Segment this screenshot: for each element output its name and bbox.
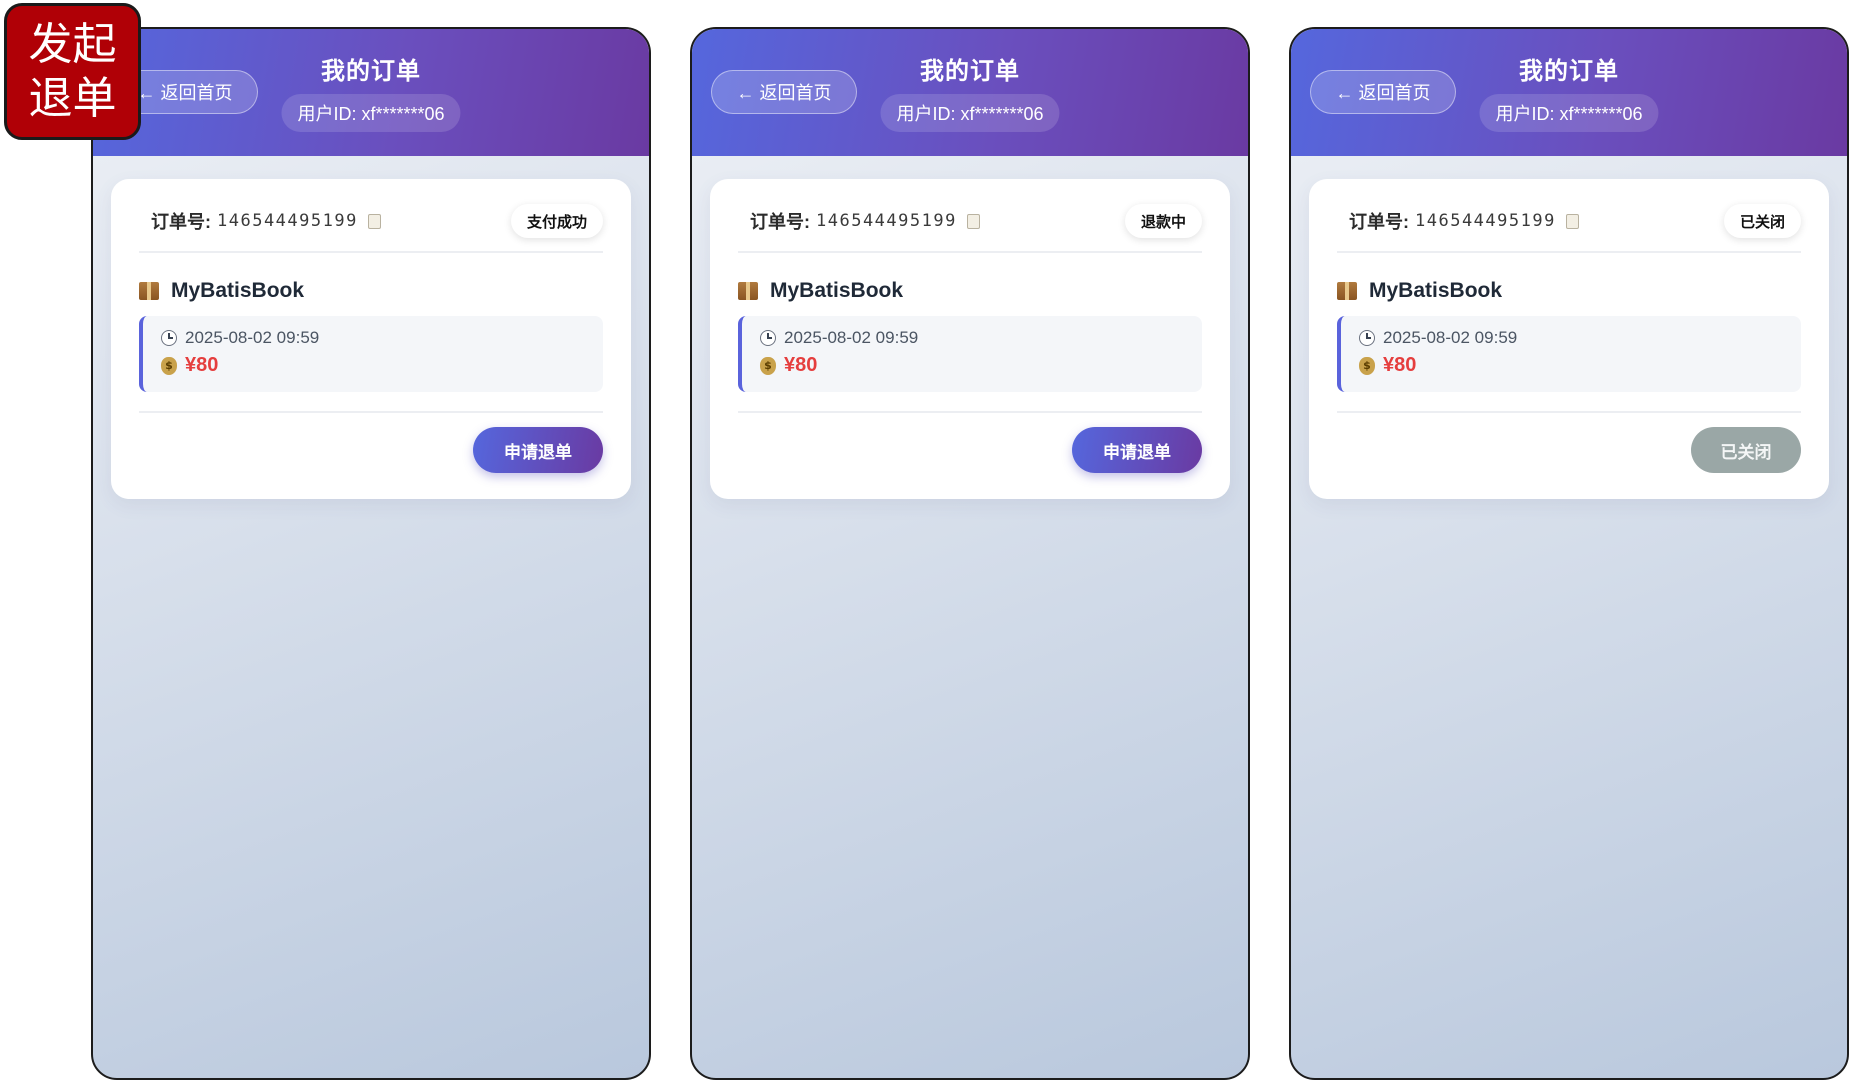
product-name: MyBatisBook	[171, 279, 305, 302]
order-header-row: 订单号: 146544495199 支付成功	[139, 201, 603, 241]
divider	[738, 411, 1202, 413]
order-card: 订单号: 146544495199 支付成功 MyBatisBook 2025-…	[111, 179, 631, 499]
closed-button: 已关闭	[1691, 427, 1801, 473]
copy-icon[interactable]	[966, 213, 980, 229]
order-number-label: 订单号:	[750, 212, 810, 232]
corner-label: 发起 退单	[4, 3, 141, 140]
product-name: MyBatisBook	[770, 279, 904, 302]
order-number: 订单号: 146544495199	[738, 208, 980, 234]
product-name: MyBatisBook	[1369, 279, 1503, 302]
divider	[139, 251, 603, 253]
money-bag-icon	[760, 356, 776, 375]
order-time: 2025-08-02 09:59	[784, 328, 919, 347]
request-refund-button[interactable]: 申请退单	[473, 427, 603, 473]
order-header-row: 订单号: 146544495199 退款中	[738, 201, 1202, 241]
divider	[1337, 251, 1801, 253]
order-price-row: ¥80	[1359, 354, 1801, 377]
order-price-row: ¥80	[760, 354, 1202, 377]
order-number-value: 146544495199	[816, 211, 957, 231]
package-icon	[738, 282, 758, 300]
order-price: ¥80	[185, 354, 219, 376]
page-title: 我的订单	[1519, 58, 1619, 85]
order-number: 订单号: 146544495199	[1337, 208, 1579, 234]
phone-screen-refunding: ← 返回首页 我的订单 用户ID: xf*******06 订单号: 14654…	[690, 27, 1250, 1080]
order-card: 订单号: 146544495199 已关闭 MyBatisBook 2025-0…	[1309, 179, 1829, 499]
money-bag-icon	[161, 356, 177, 375]
order-time-row: 2025-08-02 09:59	[1359, 328, 1801, 348]
order-price-row: ¥80	[161, 354, 603, 377]
clock-icon	[760, 330, 776, 346]
order-details: 2025-08-02 09:59 ¥80	[1337, 316, 1801, 392]
order-details: 2025-08-02 09:59 ¥80	[738, 316, 1202, 392]
product-row: MyBatisBook	[738, 279, 903, 303]
phone-screen-paid: ← 返回首页 我的订单 用户ID: xf*******06 订单号: 14654…	[91, 27, 651, 1080]
order-number-label: 订单号:	[1349, 212, 1409, 232]
page-header: ← 返回首页 我的订单 用户ID: xf*******06	[1291, 29, 1847, 156]
page-header: ← 返回首页 我的订单 用户ID: xf*******06	[93, 29, 649, 156]
order-number-label: 订单号:	[151, 212, 211, 232]
copy-icon[interactable]	[1565, 213, 1579, 229]
user-id-badge: 用户ID: xf*******06	[1479, 94, 1659, 132]
package-icon	[139, 282, 159, 300]
request-refund-button[interactable]: 申请退单	[1072, 427, 1202, 473]
divider	[1337, 411, 1801, 413]
status-badge: 退款中	[1124, 204, 1202, 238]
order-header-row: 订单号: 146544495199 已关闭	[1337, 201, 1801, 241]
order-number-value: 146544495199	[217, 211, 358, 231]
status-badge: 支付成功	[510, 204, 603, 238]
order-time-row: 2025-08-02 09:59	[161, 328, 603, 348]
order-price: ¥80	[1383, 354, 1417, 376]
phone-screen-closed: ← 返回首页 我的订单 用户ID: xf*******06 订单号: 14654…	[1289, 27, 1849, 1080]
package-icon	[1337, 282, 1357, 300]
product-row: MyBatisBook	[139, 279, 304, 303]
page-title: 我的订单	[920, 58, 1020, 85]
money-bag-icon	[1359, 356, 1375, 375]
order-number-value: 146544495199	[1415, 211, 1556, 231]
page-header: ← 返回首页 我的订单 用户ID: xf*******06	[692, 29, 1248, 156]
clock-icon	[1359, 330, 1375, 346]
user-id-badge: 用户ID: xf*******06	[880, 94, 1060, 132]
order-time: 2025-08-02 09:59	[185, 328, 320, 347]
divider	[738, 251, 1202, 253]
page-title: 我的订单	[321, 58, 421, 85]
order-details: 2025-08-02 09:59 ¥80	[139, 316, 603, 392]
divider	[139, 411, 603, 413]
copy-icon[interactable]	[367, 213, 381, 229]
order-number: 订单号: 146544495199	[139, 208, 381, 234]
order-card: 订单号: 146544495199 退款中 MyBatisBook 2025-0…	[710, 179, 1230, 499]
order-time: 2025-08-02 09:59	[1383, 328, 1518, 347]
user-id-badge: 用户ID: xf*******06	[281, 94, 461, 132]
product-row: MyBatisBook	[1337, 279, 1502, 303]
clock-icon	[161, 330, 177, 346]
order-price: ¥80	[784, 354, 818, 376]
status-badge: 已关闭	[1723, 204, 1801, 238]
order-time-row: 2025-08-02 09:59	[760, 328, 1202, 348]
